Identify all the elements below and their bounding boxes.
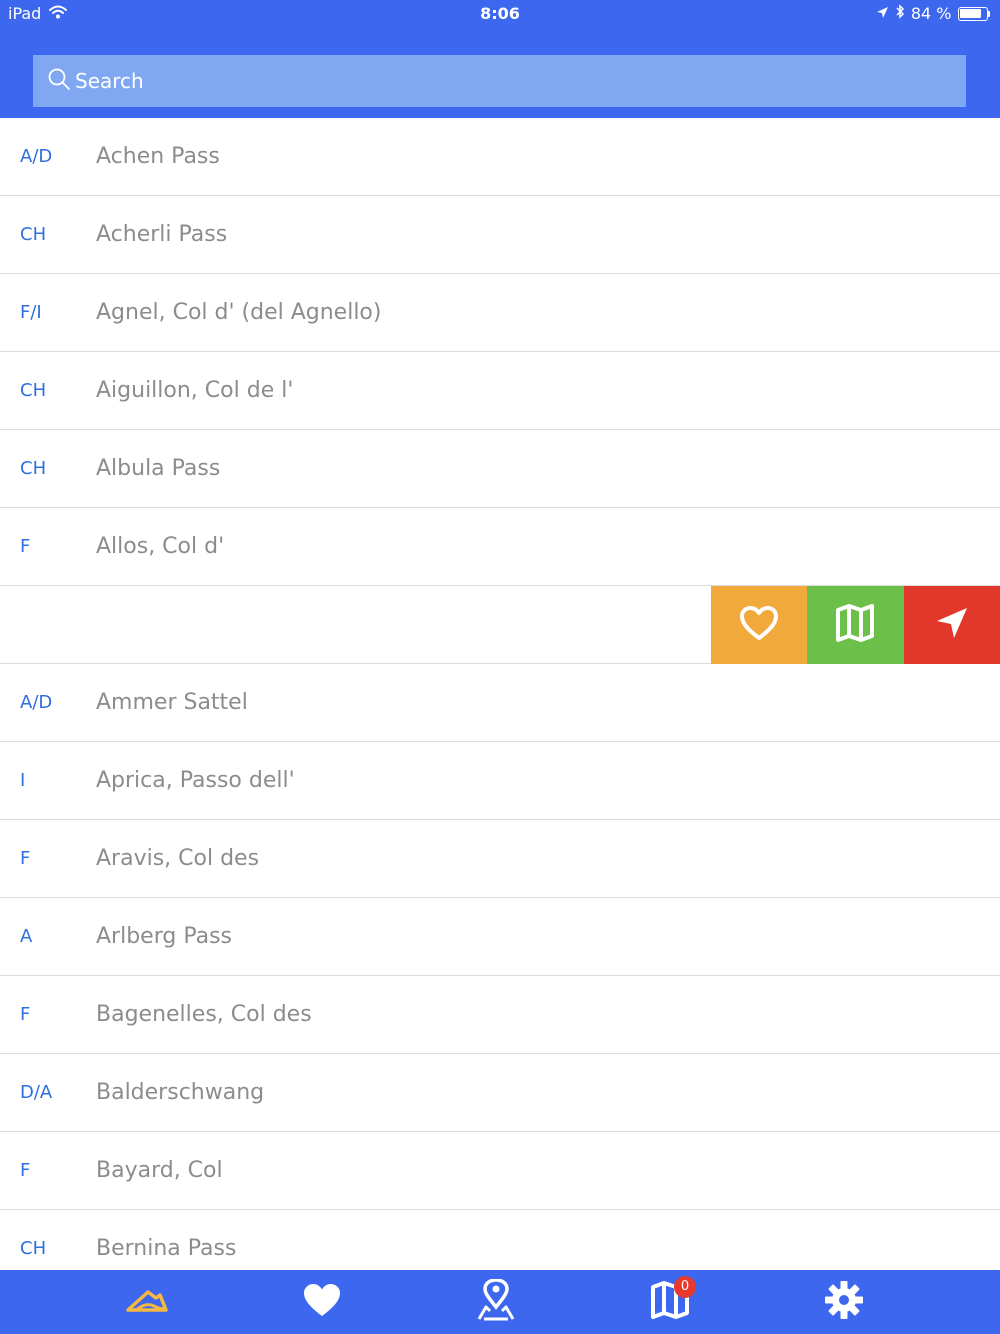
- country-code: I: [20, 770, 26, 791]
- swipe-action-map[interactable]: [807, 586, 904, 664]
- tab-map[interactable]: 0: [630, 1270, 710, 1334]
- header: iPad 8:06 84 %: [0, 0, 1000, 118]
- pass-row[interactable]: sso: [0, 586, 1000, 664]
- tab-heart[interactable]: [282, 1270, 362, 1334]
- search-icon: [47, 67, 71, 95]
- country-code: CH: [20, 458, 47, 479]
- country-code: CH: [20, 224, 47, 245]
- pass-row[interactable]: CH Bernina Pass: [0, 1210, 1000, 1270]
- search-input[interactable]: [75, 69, 935, 93]
- pass-row[interactable]: A/D Achen Pass: [0, 118, 1000, 196]
- country-code: F: [20, 536, 31, 557]
- bluetooth-icon: [895, 4, 905, 23]
- pass-row[interactable]: A Arlberg Pass: [0, 898, 1000, 976]
- pass-name: Acherli Pass: [96, 222, 228, 247]
- pass-row[interactable]: A/D Ammer Sattel: [0, 664, 1000, 742]
- country-code: F/I: [20, 302, 42, 323]
- country-code: F: [20, 1004, 31, 1025]
- pass-row[interactable]: F Bayard, Col: [0, 1132, 1000, 1210]
- country-code: D/A: [20, 1082, 53, 1103]
- pass-name: Bernina Pass: [96, 1236, 237, 1261]
- tab-mountain[interactable]: [107, 1270, 187, 1334]
- swipe-actions: [710, 586, 1000, 664]
- pass-row[interactable]: D/A Balderschwang: [0, 1054, 1000, 1132]
- pass-name: Bayard, Col: [96, 1158, 223, 1183]
- location-arrow-icon: [876, 4, 889, 23]
- pass-name: Bagenelles, Col des: [96, 1002, 312, 1027]
- search-bar[interactable]: [33, 55, 966, 107]
- status-right: 84 %: [876, 4, 990, 23]
- tab-route-pin[interactable]: [456, 1270, 536, 1334]
- pass-name: Ammer Sattel: [96, 690, 248, 715]
- battery-percent: 84 %: [910, 4, 952, 23]
- country-code: F: [20, 848, 31, 869]
- pass-name: Aravis, Col des: [96, 846, 260, 871]
- pass-name: Aprica, Passo dell': [96, 768, 295, 793]
- mountain-icon: [126, 1286, 168, 1318]
- pass-name: Allos, Col d': [96, 534, 225, 559]
- country-code: A/D: [20, 692, 53, 713]
- heart-outline-icon: [739, 605, 779, 645]
- pass-name: Aiguillon, Col de l': [96, 378, 294, 403]
- country-code: A: [20, 926, 33, 947]
- pass-row[interactable]: F Aravis, Col des: [0, 820, 1000, 898]
- route-pin-icon: [476, 1278, 516, 1325]
- map-icon: [835, 604, 875, 646]
- pass-row[interactable]: F/I Agnel, Col d' (del Agnello): [0, 274, 1000, 352]
- pass-row[interactable]: CH Aiguillon, Col de l': [0, 352, 1000, 430]
- swipe-action-navigation-arrow[interactable]: [903, 586, 1000, 664]
- battery-cap: [987, 10, 990, 17]
- pass-name: Balderschwang: [96, 1080, 265, 1105]
- pass-row[interactable]: F Allos, Col d': [0, 508, 1000, 586]
- battery-fill: [960, 9, 981, 18]
- tab-badge: 0: [674, 1276, 696, 1298]
- battery-body: [957, 6, 988, 21]
- country-code: F: [20, 1160, 31, 1181]
- navigation-arrow-icon: [934, 605, 970, 645]
- pass-row[interactable]: F Bagenelles, Col des: [0, 976, 1000, 1054]
- swipe-action-heart-outline[interactable]: [710, 586, 807, 664]
- battery-icon: [957, 6, 990, 21]
- pass-row[interactable]: CH Albula Pass: [0, 430, 1000, 508]
- tab-bar: 0: [0, 1270, 1000, 1334]
- heart-icon: [302, 1282, 342, 1322]
- pass-name: Albula Pass: [96, 456, 221, 481]
- pass-name: Arlberg Pass: [96, 924, 233, 949]
- pass-row[interactable]: I Aprica, Passo dell': [0, 742, 1000, 820]
- pass-name: Agnel, Col d' (del Agnello): [96, 300, 382, 325]
- pass-list[interactable]: A/D Achen Pass CH Acherli Pass F/I Agnel, Col…: [0, 118, 1000, 1270]
- status-time: 8:06: [480, 4, 520, 23]
- country-code: CH: [20, 1238, 47, 1259]
- country-code: A/D: [20, 146, 53, 167]
- pass-row[interactable]: CH Acherli Pass: [0, 196, 1000, 274]
- pass-name: Achen Pass: [96, 144, 220, 169]
- status-bar: iPad 8:06 84 %: [0, 0, 1000, 28]
- country-code: CH: [20, 380, 47, 401]
- tab-gear[interactable]: [804, 1270, 884, 1334]
- gear-icon: [824, 1280, 864, 1324]
